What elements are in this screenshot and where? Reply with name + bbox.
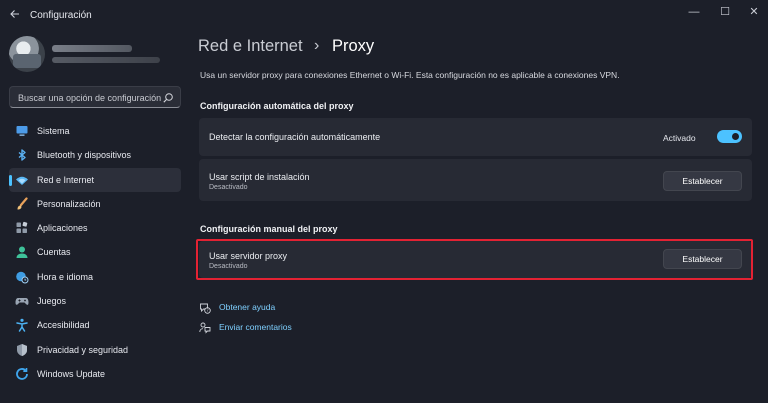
breadcrumb-parent[interactable]: Red e Internet xyxy=(198,37,303,56)
globe-clock-icon xyxy=(15,270,29,284)
sidebar-item-cuentas[interactable]: Cuentas xyxy=(9,240,181,264)
setup-script-label: Usar script de instalación xyxy=(209,172,310,182)
update-icon xyxy=(15,367,29,381)
back-arrow-icon[interactable] xyxy=(8,8,22,22)
sidebar-item-bluetooth[interactable]: Bluetooth y dispositivos xyxy=(9,143,181,167)
avatar[interactable] xyxy=(9,36,45,72)
detect-settings-toggle[interactable] xyxy=(717,130,742,143)
highlight-box xyxy=(196,239,753,280)
setup-script-row: Usar script de instalación Desactivado E… xyxy=(199,159,752,201)
sidebar-item-label: Accesibilidad xyxy=(37,320,90,331)
settings-window: Configuración — ☐ ✕ Buscar una opción de… xyxy=(0,0,768,403)
close-button[interactable]: ✕ xyxy=(743,5,765,19)
sidebar-item-sistema[interactable]: Sistema xyxy=(9,119,181,143)
sidebar-item-juegos[interactable]: Juegos xyxy=(9,289,181,313)
accessibility-icon xyxy=(15,318,29,333)
chevron-right-icon: › xyxy=(314,37,320,54)
sidebar-item-label: Bluetooth y dispositivos xyxy=(37,150,132,161)
search-icon[interactable] xyxy=(162,91,174,103)
profile-name-blurred xyxy=(52,45,132,52)
detect-settings-row: Detectar la configuración automáticament… xyxy=(199,118,752,156)
setup-script-status: Desactivado xyxy=(209,184,248,191)
section-title-auto: Configuración automática del proxy xyxy=(200,101,354,111)
monitor-icon xyxy=(15,124,29,138)
feedback-icon xyxy=(199,321,211,334)
page-title: Proxy xyxy=(332,37,375,55)
maximize-button[interactable]: ☐ xyxy=(714,5,736,19)
brush-icon xyxy=(15,197,29,211)
shield-icon xyxy=(15,343,29,357)
help-icon: ? xyxy=(199,301,211,314)
get-help-link[interactable]: Obtener ayuda xyxy=(219,302,275,312)
search-input[interactable]: Buscar una opción de configuración xyxy=(9,86,181,108)
detect-settings-label: Detectar la configuración automáticament… xyxy=(209,132,381,142)
toggle-knob xyxy=(732,133,739,140)
sidebar-item-label: Windows Update xyxy=(37,368,106,379)
svg-text:?: ? xyxy=(206,308,208,313)
person-icon xyxy=(15,245,29,259)
sidebar-item-label: Aplicaciones xyxy=(37,223,88,234)
sidebar-item-privacidad[interactable]: Privacidad y seguridad xyxy=(9,338,181,362)
sidebar-item-personalizacion[interactable]: Personalización xyxy=(9,192,181,216)
sidebar-item-red-internet[interactable]: Red e Internet xyxy=(9,167,181,192)
wifi-icon xyxy=(15,173,29,187)
sidebar-nav: Sistema Bluetooth y dispositivos Red e I… xyxy=(9,119,181,386)
sidebar-item-windows-update[interactable]: Windows Update xyxy=(9,362,181,386)
sidebar-item-hora-idioma[interactable]: Hora e idioma xyxy=(9,265,181,289)
sidebar-item-label: Red e Internet xyxy=(37,174,95,185)
send-feedback-link[interactable]: Enviar comentarios xyxy=(219,322,292,332)
sidebar-item-label: Privacidad y seguridad xyxy=(37,344,129,355)
search-placeholder: Buscar una opción de configuración xyxy=(18,93,162,103)
title-bar: Configuración — ☐ ✕ xyxy=(0,0,768,30)
sidebar-item-label: Personalización xyxy=(37,198,101,209)
minimize-button[interactable]: — xyxy=(683,5,705,19)
bluetooth-icon xyxy=(15,148,29,162)
sidebar-item-aplicaciones[interactable]: Aplicaciones xyxy=(9,216,181,240)
gamepad-icon xyxy=(15,294,29,308)
sidebar-item-label: Juegos xyxy=(37,296,67,307)
app-title: Configuración xyxy=(30,10,92,21)
page-description: Usa un servidor proxy para conexiones Et… xyxy=(200,70,620,80)
sidebar-item-label: Sistema xyxy=(37,126,70,136)
sidebar-item-label: Cuentas xyxy=(37,247,71,258)
section-title-manual: Configuración manual del proxy xyxy=(200,224,338,234)
apps-icon xyxy=(15,221,29,235)
setup-script-button[interactable]: Establecer xyxy=(663,171,742,191)
toggle-state-label: Activado xyxy=(663,133,696,143)
profile-email-blurred xyxy=(52,57,160,63)
sidebar-item-accesibilidad[interactable]: Accesibilidad xyxy=(9,313,181,337)
sidebar-item-label: Hora e idioma xyxy=(37,271,94,282)
